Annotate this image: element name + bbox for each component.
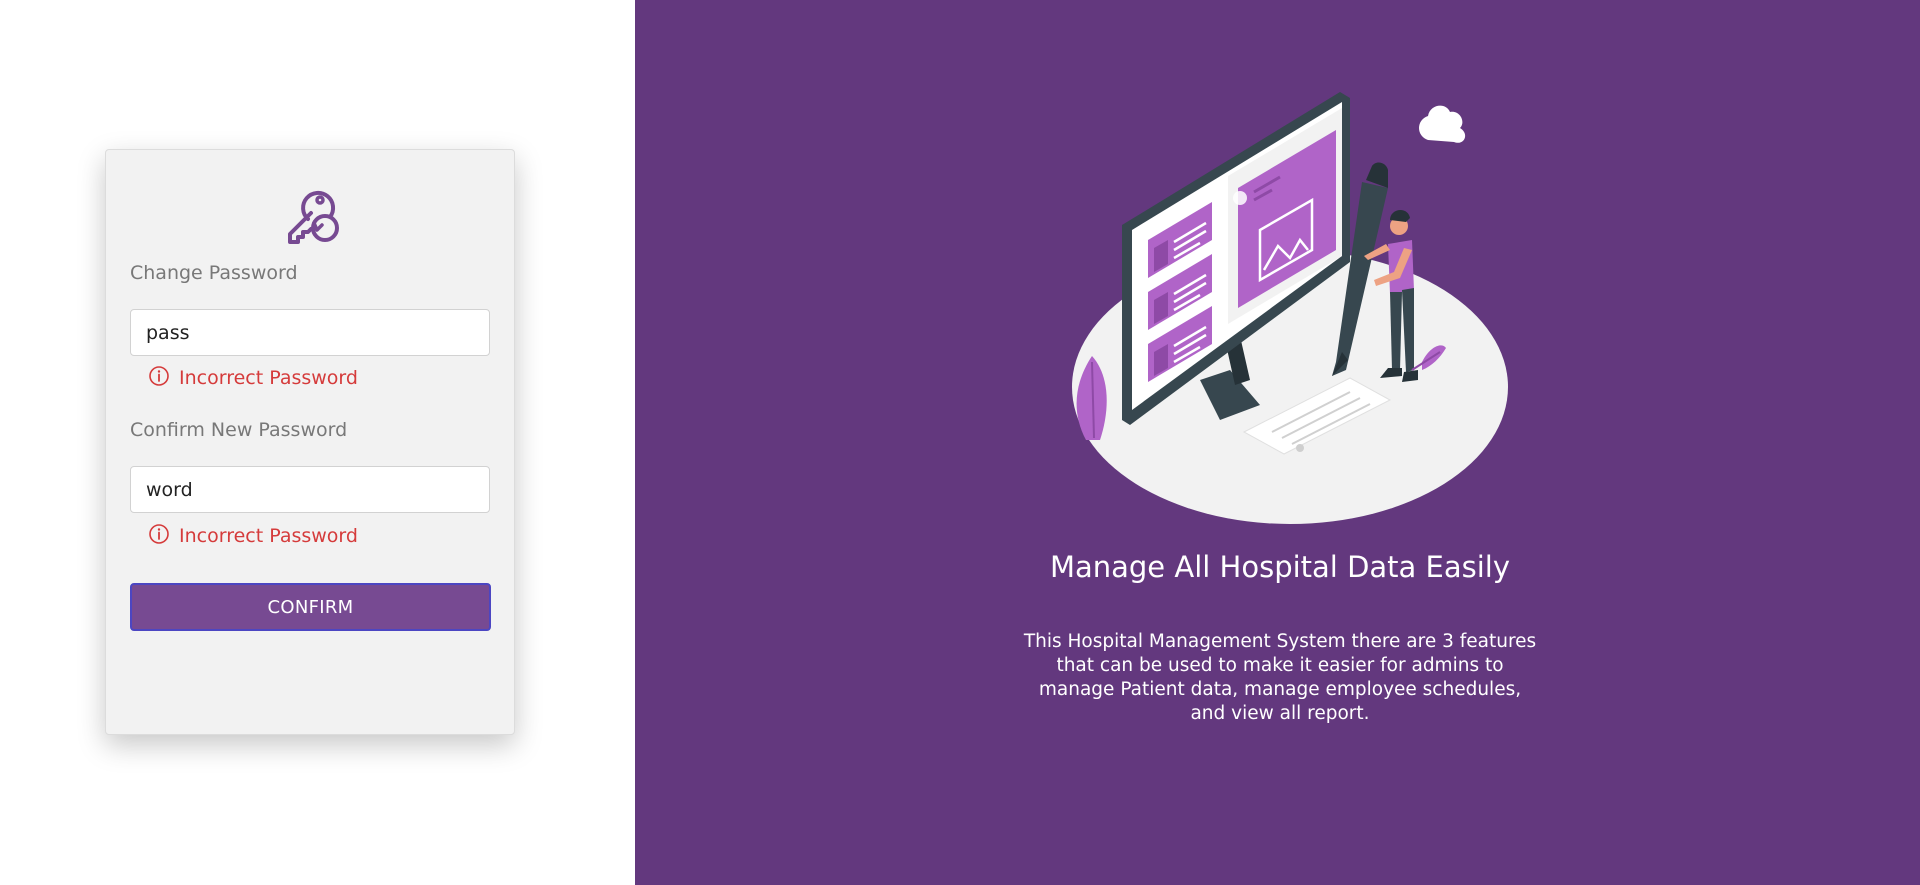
change-password-input[interactable]	[130, 309, 490, 356]
confirm-password-error-text: Incorrect Password	[179, 525, 358, 547]
promo-description: This Hospital Management System there ar…	[1023, 631, 1537, 724]
change-password-error-text: Incorrect Password	[179, 367, 358, 389]
change-password-error: Incorrect Password	[148, 366, 358, 389]
info-circle-icon	[149, 524, 169, 544]
info-circle-icon	[149, 366, 169, 386]
left-pane: Change Password Incorrect Password Confi…	[0, 0, 635, 885]
hospital-data-illustration	[1072, 92, 1508, 524]
change-password-card: Change Password Incorrect Password Confi…	[105, 149, 515, 735]
change-password-label: Change Password	[130, 262, 298, 284]
cloud-icon	[1419, 105, 1466, 143]
confirm-password-input[interactable]	[130, 466, 490, 513]
key-icon	[288, 190, 339, 244]
confirm-password-error: Incorrect Password	[148, 524, 358, 547]
confirm-button[interactable]: CONFIRM	[130, 583, 491, 631]
confirm-password-label: Confirm New Password	[130, 419, 348, 441]
right-pane: Manage All Hospital Data Easily This Hos…	[635, 0, 1920, 885]
promo-headline: Manage All Hospital Data Easily	[1049, 550, 1511, 584]
